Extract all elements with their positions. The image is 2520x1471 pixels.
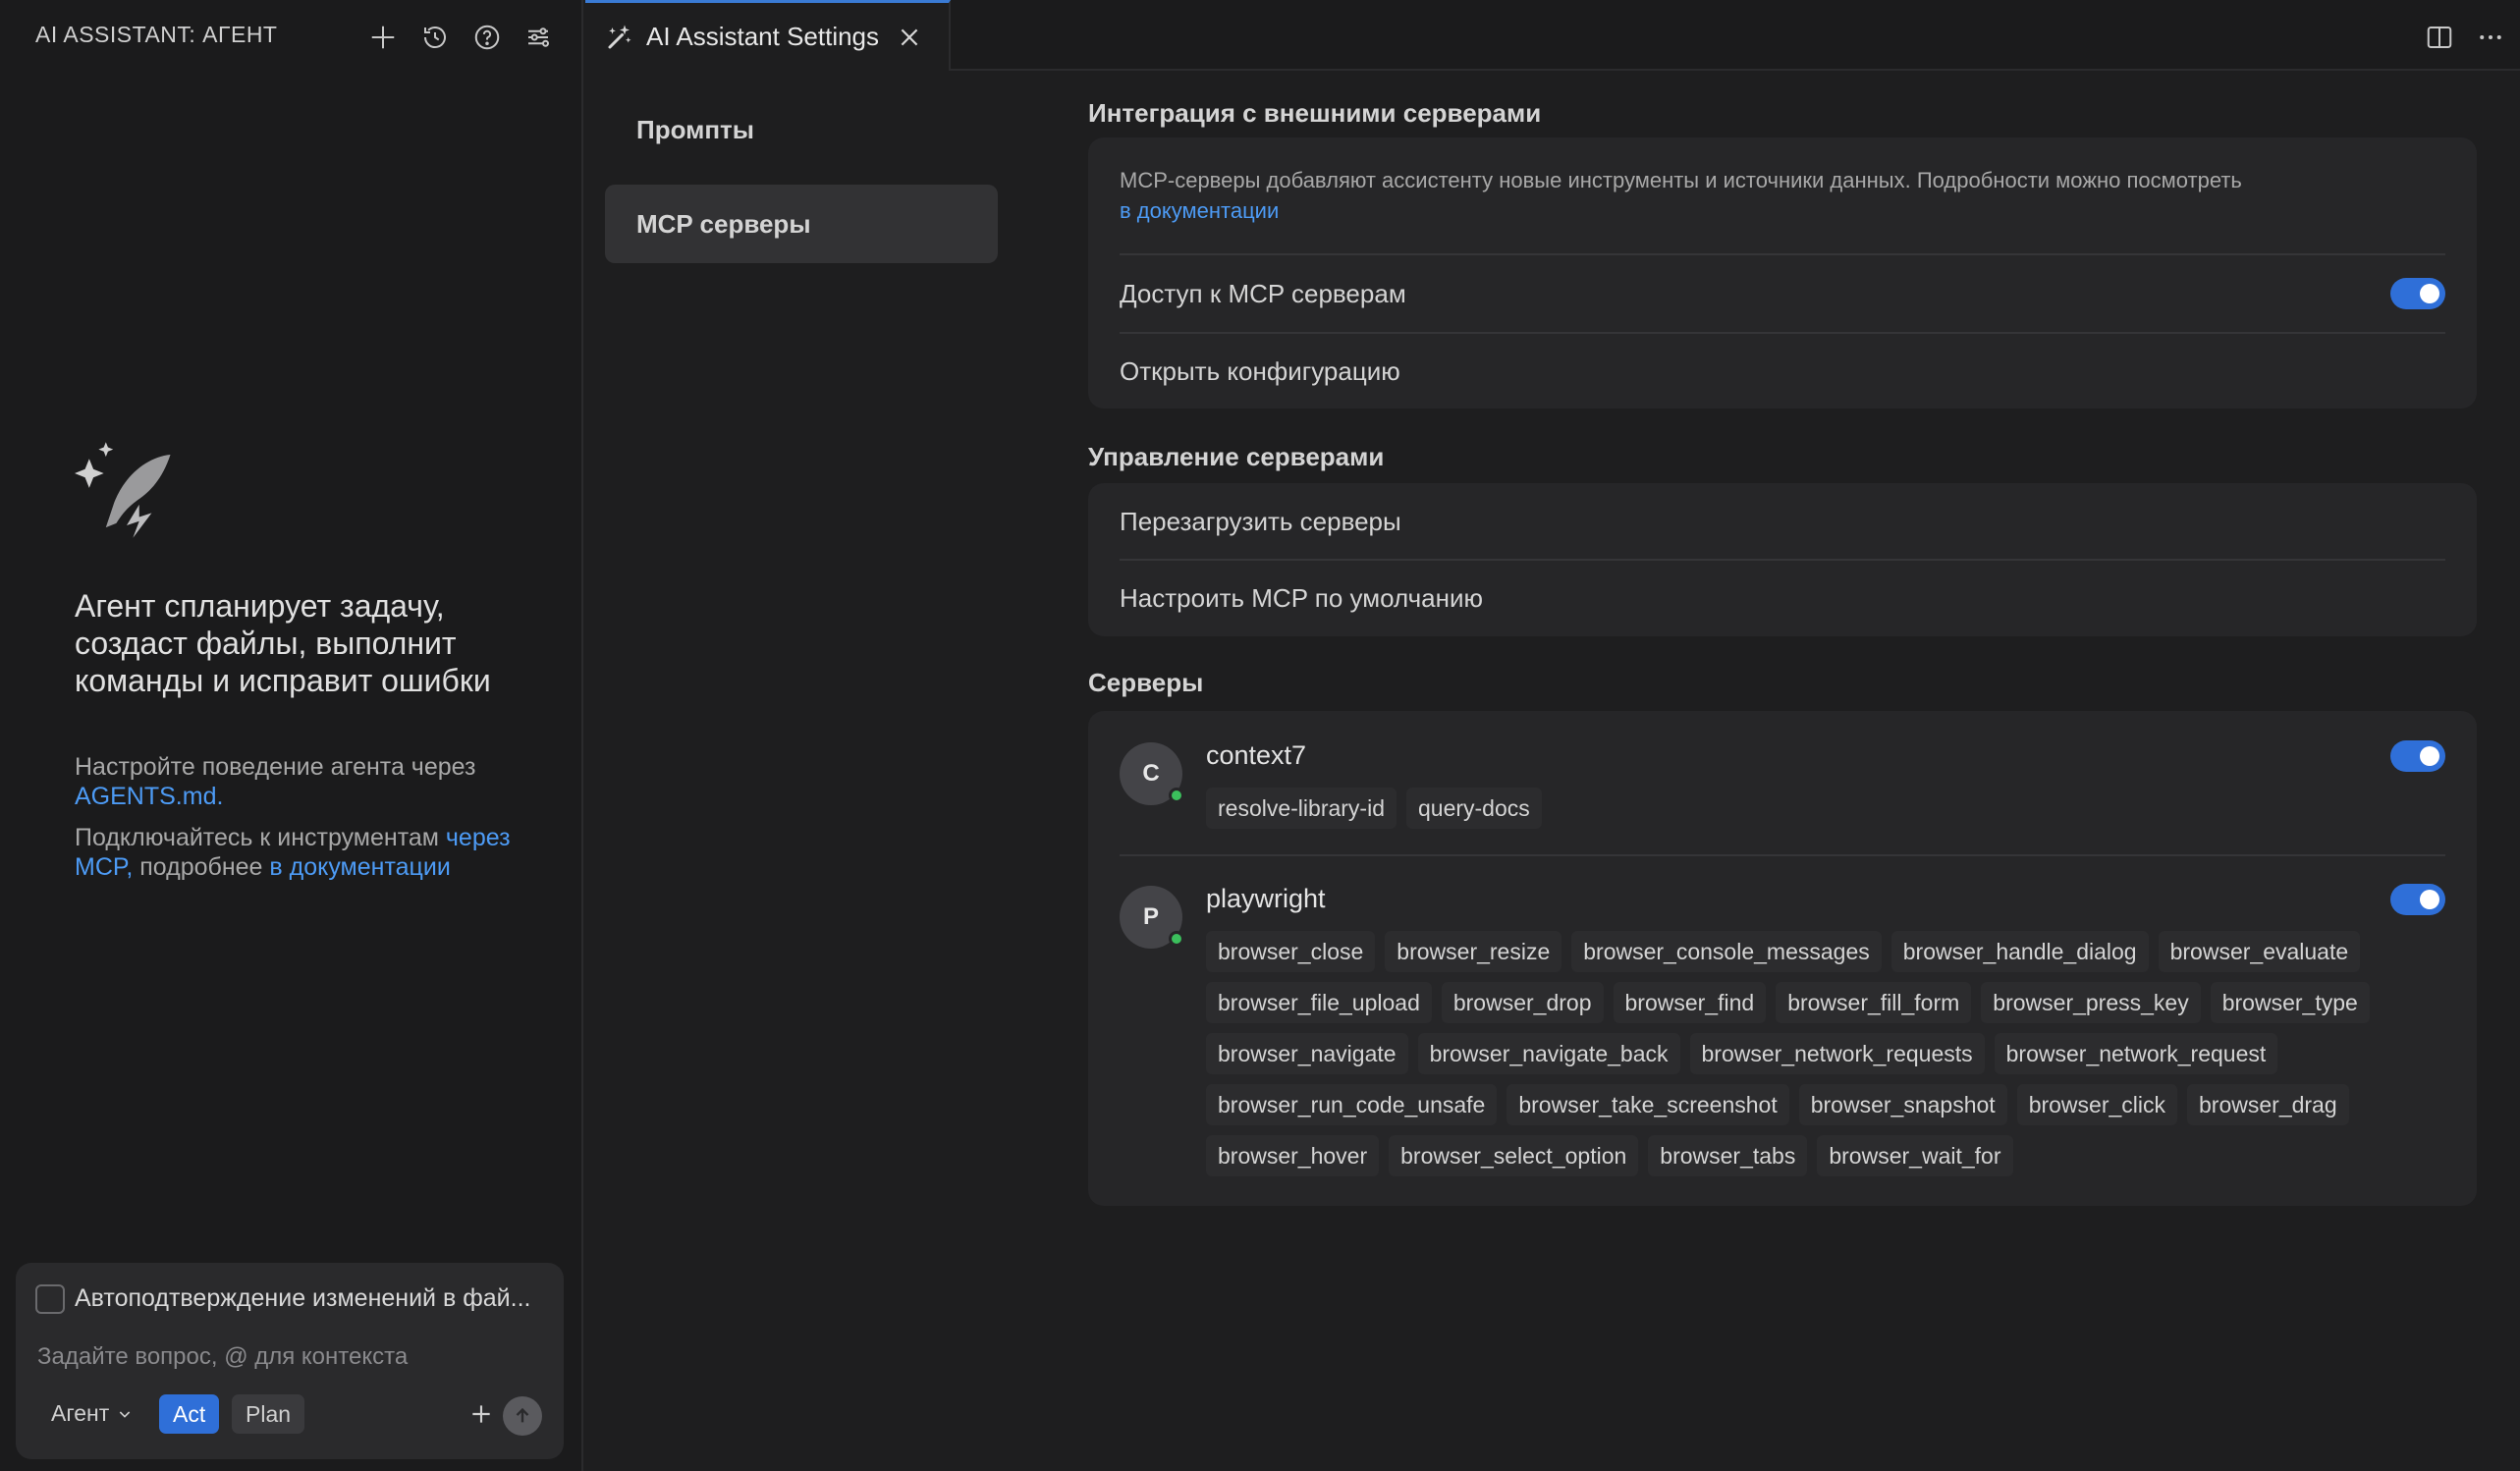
mode-label: Агент <box>51 1400 110 1426</box>
management-section-title: Управление серверами <box>1088 442 1385 471</box>
auto-confirm-label: Автоподтверждение изменений в фай... <box>75 1284 531 1312</box>
server-tools-playwright: browser_close browser_resize browser_conso… <box>1206 931 2443 1176</box>
configure-default-mcp-label: Настроить MCP по умолчанию <box>1120 582 1484 613</box>
server-name: context7 <box>1206 740 1307 770</box>
auto-confirm-checkbox[interactable] <box>35 1284 65 1314</box>
mcp-access-row: Доступ к MCP серверам <box>1120 255 2445 332</box>
configure-default-mcp-row[interactable]: Настроить MCP по умолчанию <box>1120 560 2445 636</box>
server-toggle-context7[interactable] <box>2390 740 2445 772</box>
tool-chip: query-docs <box>1405 788 1542 829</box>
servers-section-title: Серверы <box>1088 668 1204 697</box>
help-icon[interactable] <box>467 18 507 57</box>
integration-section-title: Интеграция с внешними серверами <box>1088 98 1542 128</box>
tool-chip: browser_click <box>2016 1084 2178 1125</box>
nav-item-mcp-servers[interactable]: MCP серверы <box>605 185 998 263</box>
chevron-down-icon <box>120 1410 131 1418</box>
integration-docs-link[interactable]: в документации <box>1120 198 1279 223</box>
hero-mcp-text: Подключайтесь к инструментам <box>75 824 446 851</box>
tool-chip: browser_network_requests <box>1689 1033 1985 1074</box>
tool-chip: resolve-library-id <box>1206 788 1397 829</box>
status-online-dot <box>1169 931 1184 947</box>
integration-description: MCP-серверы добавляют ассистенту новые и… <box>1120 165 2455 226</box>
tool-chip: browser_snapshot <box>1798 1084 2007 1125</box>
nav-item-prompts[interactable]: Промпты <box>605 90 998 169</box>
sparkle-feather-icon <box>75 442 171 538</box>
tool-chip: browser_drop <box>1441 982 1604 1023</box>
sliders-icon[interactable] <box>519 18 558 57</box>
tool-chip: browser_select_option <box>1389 1135 1639 1176</box>
act-button[interactable]: Act <box>159 1394 220 1434</box>
management-card: Перезагрузить серверы Настроить MCP по у… <box>1088 483 2477 636</box>
send-button[interactable] <box>503 1396 542 1436</box>
agents-md-link[interactable]: AGENTS.md. <box>75 783 223 810</box>
docs-link[interactable]: в документации <box>269 853 450 881</box>
hero-title: Агент спланирует задачу, создаст файлы, … <box>75 588 491 698</box>
assistant-header: AI ASSISTANT: АГЕНТ <box>0 0 583 73</box>
mcp-access-label: Доступ к MCP серверам <box>1120 278 1406 308</box>
hero-agents-paragraph: Настройте поведение агента через AGENTS.… <box>75 752 536 811</box>
tool-chip: browser_console_messages <box>1571 931 1882 972</box>
server-toggle-playwright[interactable] <box>2390 884 2445 915</box>
magic-wand-icon <box>608 25 631 48</box>
server-name: playwright <box>1206 884 1326 913</box>
tool-chip: browser_drag <box>2187 1084 2349 1125</box>
plan-button[interactable]: Plan <box>232 1394 305 1434</box>
tool-chip: browser_close <box>1206 931 1376 972</box>
tool-chip: browser_type <box>2210 982 2370 1023</box>
integration-description-text: MCP-серверы добавляют ассистенту новые и… <box>1120 168 2242 192</box>
tool-chip: browser_resize <box>1385 931 1562 972</box>
mode-dropdown[interactable]: Агент <box>51 1400 133 1427</box>
close-icon[interactable] <box>895 23 924 52</box>
attach-plus-icon[interactable] <box>464 1396 499 1432</box>
tool-chip: browser_tabs <box>1648 1135 1808 1176</box>
hero-agents-text: Настройте поведение агента через <box>75 753 476 781</box>
tool-chip: browser_find <box>1613 982 1767 1023</box>
assistant-panel: AI ASSISTANT: АГЕНТ Агент спланирует зад… <box>0 0 583 1471</box>
tool-chip: browser_take_screenshot <box>1507 1084 1789 1125</box>
reload-servers-label: Перезагрузить серверы <box>1120 506 1401 536</box>
tool-chip: browser_network_request <box>1994 1033 2278 1074</box>
chat-input[interactable] <box>35 1337 546 1377</box>
split-editor-icon[interactable] <box>2420 18 2459 57</box>
server-tools-context7: resolve-library-id query-docs <box>1206 788 2443 829</box>
open-config-row[interactable]: Открыть конфигурацию <box>1120 334 2445 409</box>
tool-chip: browser_run_code_unsafe <box>1206 1084 1498 1125</box>
assistant-title: AI ASSISTANT: АГЕНТ <box>35 22 278 47</box>
tool-chip: browser_evaluate <box>2158 931 2361 972</box>
tab-ai-assistant-settings[interactable]: AI Assistant Settings <box>585 0 951 71</box>
hero-mcp-paragraph: Подключайтесь к инструментам через MCP, … <box>75 823 536 882</box>
editor-tab-bar: AI Assistant Settings <box>585 0 2520 71</box>
more-actions-icon[interactable] <box>2471 18 2510 57</box>
status-online-dot <box>1169 788 1184 803</box>
integration-card: MCP-серверы добавляют ассистенту новые и… <box>1088 137 2477 409</box>
mcp-access-toggle[interactable] <box>2390 278 2445 309</box>
plus-icon[interactable] <box>363 18 403 57</box>
tool-chip: browser_navigate_back <box>1417 1033 1680 1074</box>
tab-label: AI Assistant Settings <box>646 22 880 51</box>
tool-chip: browser_fill_form <box>1776 982 1972 1023</box>
tool-chip: browser_file_upload <box>1206 982 1432 1023</box>
history-icon[interactable] <box>415 18 455 57</box>
hero-mcp-middle-text: подробнее <box>133 853 270 881</box>
tool-chip: browser_wait_for <box>1817 1135 2013 1176</box>
tool-chip: browser_hover <box>1206 1135 1380 1176</box>
chat-input-box: Автоподтверждение изменений в фай... Аге… <box>16 1263 564 1459</box>
divider <box>1120 854 2445 856</box>
open-config-label: Открыть конфигурацию <box>1120 355 1400 386</box>
servers-card: C context7 resolve-library-id query-docs … <box>1088 711 2477 1206</box>
arrow-up-icon <box>516 1407 529 1423</box>
tool-chip: browser_navigate <box>1206 1033 1408 1074</box>
tool-chip: browser_press_key <box>1981 982 2201 1023</box>
reload-servers-row[interactable]: Перезагрузить серверы <box>1120 483 2445 560</box>
tool-chip: browser_handle_dialog <box>1890 931 2149 972</box>
